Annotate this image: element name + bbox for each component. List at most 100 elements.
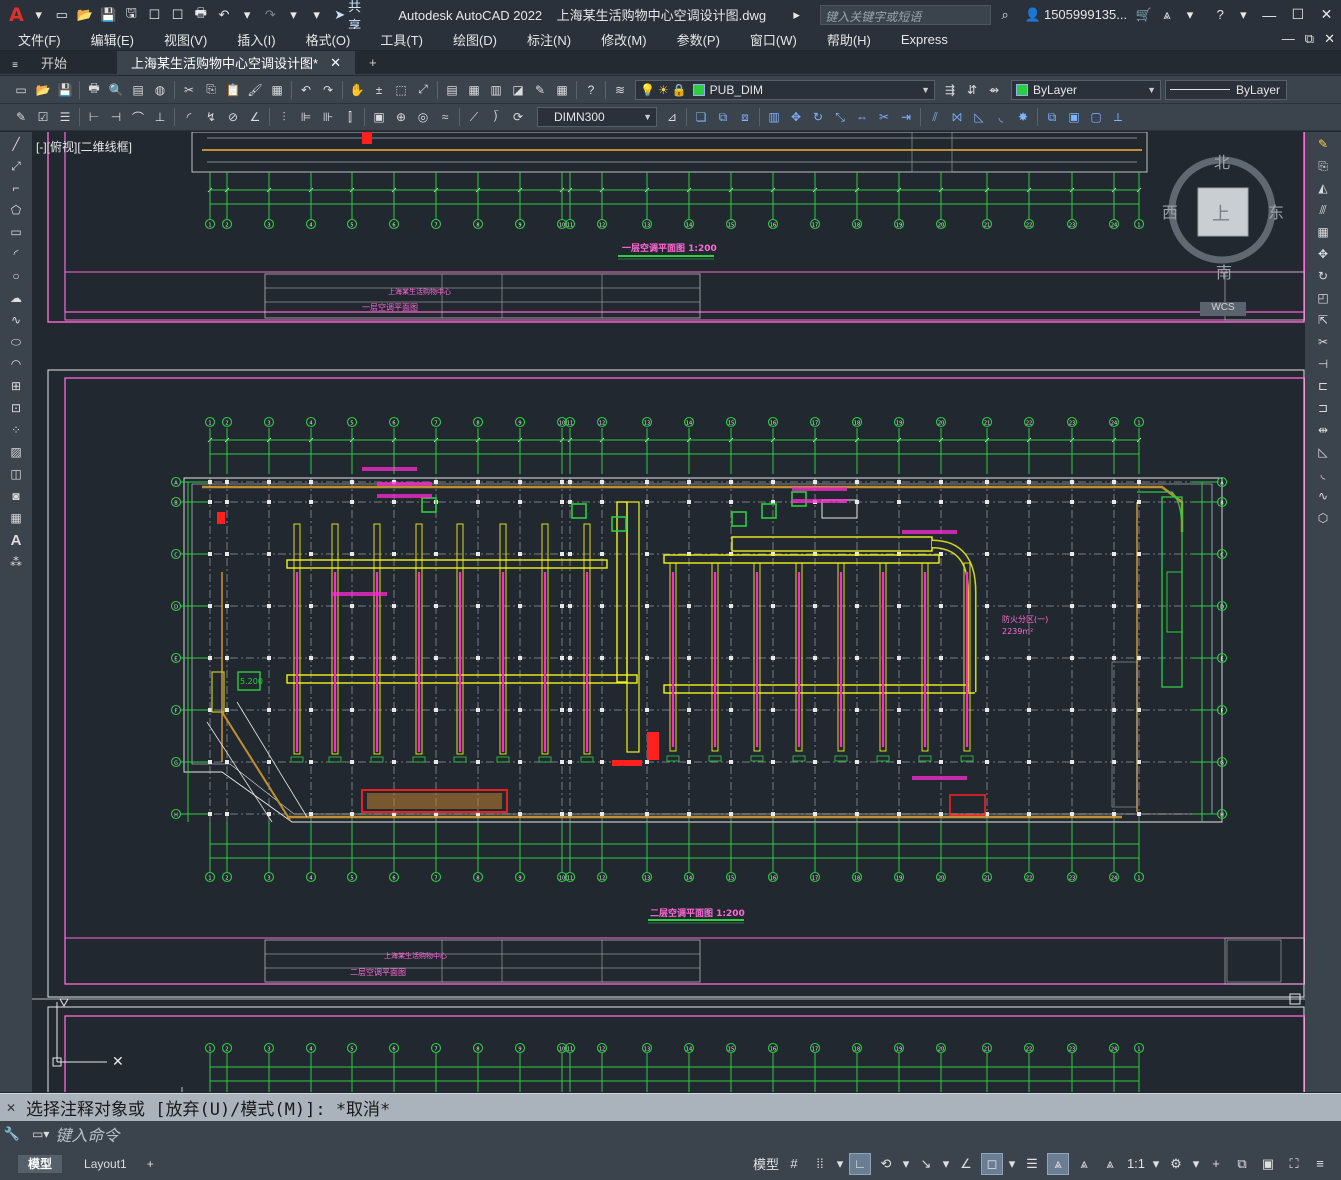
fillet-icon[interactable]: ◟ [992, 108, 1010, 126]
check-icon[interactable]: ☑ [34, 108, 52, 126]
offset-icon[interactable]: ⧈ [736, 108, 754, 126]
autoscale-icon[interactable]: ⩓ [1073, 1153, 1095, 1175]
viewcube-top[interactable]: 上 [1212, 204, 1230, 225]
ellipse-icon[interactable]: ⬭ [6, 332, 26, 352]
ungroup-icon[interactable]: ▢ [1087, 108, 1105, 126]
mtext-icon[interactable]: A [6, 530, 26, 550]
open-web-icon[interactable]: ☐ [146, 6, 163, 24]
stack-icon[interactable]: ☰ [56, 108, 74, 126]
zoom-window-icon[interactable]: ⬚ [392, 81, 410, 99]
clean-screen-icon[interactable]: ⛶ [1283, 1153, 1305, 1175]
grip-icon[interactable]: ✕ [0, 1101, 22, 1115]
close-button[interactable]: ✕ [1312, 6, 1341, 23]
paste-icon[interactable]: 📋 [224, 81, 242, 99]
group-icon[interactable]: ▣ [1065, 108, 1083, 126]
viewcube-north[interactable]: 北 [1214, 153, 1230, 172]
search-icon[interactable]: ⌕ [997, 6, 1014, 24]
snap-dropdown-icon[interactable]: ▾ [835, 1153, 845, 1175]
menu-help[interactable]: 帮助(H) [809, 30, 883, 49]
rotate-icon[interactable]: ↻ [809, 108, 827, 126]
plot-icon[interactable]: 🖶 [192, 5, 209, 24]
line-icon[interactable]: ╱ [6, 134, 26, 154]
join-icon[interactable]: ⇹ [1313, 420, 1333, 440]
add-layout-button[interactable]: + [137, 1155, 164, 1173]
jogged-icon[interactable]: ↯ [202, 108, 220, 126]
array-icon[interactable]: ▥ [765, 108, 783, 126]
qnew-icon[interactable]: ▭ [12, 81, 30, 99]
linetype-dropdown[interactable]: ByLayer [1165, 79, 1287, 100]
arc-icon[interactable]: ◜ [6, 244, 26, 264]
undo-icon[interactable]: ↶ [297, 81, 315, 99]
polygon-icon[interactable]: ⬠ [6, 200, 26, 220]
tab-layout1[interactable]: Layout1 [74, 1155, 137, 1173]
radius-icon[interactable]: ◜ [180, 108, 198, 126]
annotation-scale-value[interactable]: 1:1 [1125, 1153, 1147, 1175]
spline-icon[interactable]: ∿ [6, 310, 26, 330]
open-icon[interactable]: 📂 [34, 81, 52, 99]
measure-icon[interactable]: ⟂ [1109, 108, 1127, 126]
extend-icon[interactable]: ⊣ [1313, 354, 1333, 374]
model-space-button[interactable]: 模型 [753, 1153, 779, 1175]
isodraft-icon[interactable]: ↘ [915, 1153, 937, 1175]
design-center-icon[interactable]: ▦ [465, 81, 483, 99]
otrack-icon[interactable]: ∠ [955, 1153, 977, 1175]
copy-icon[interactable]: ⎘ [1313, 156, 1333, 176]
layer-previous-icon[interactable]: ⇵ [963, 81, 981, 99]
update-icon[interactable]: ⟳ [509, 108, 527, 126]
mirror-icon[interactable]: ⧉ [714, 108, 732, 126]
menu-view[interactable]: 视图(V) [146, 30, 219, 49]
wcs-menu[interactable]: WCS [1200, 302, 1246, 316]
tool-palettes-icon[interactable]: ▥ [487, 81, 505, 99]
ortho-icon[interactable]: ∟ [849, 1152, 871, 1175]
undo-icon[interactable]: ↶ [215, 6, 232, 24]
break-icon[interactable]: ⊐ [1313, 398, 1333, 418]
osnap-dropdown-icon[interactable]: ▾ [1007, 1153, 1017, 1175]
table-icon[interactable]: ▦ [6, 508, 26, 528]
baseline-icon[interactable]: ⊫ [297, 108, 315, 126]
help-icon[interactable]: ? [1212, 6, 1229, 24]
new-tab-button[interactable]: + [355, 51, 391, 74]
redo-dropdown-icon[interactable]: ▾ [285, 6, 302, 24]
fillet-icon[interactable]: ◟ [1313, 464, 1333, 484]
point-icon[interactable]: ⁘ [6, 420, 26, 440]
ellipse-arc-icon[interactable]: ◠ [6, 354, 26, 374]
menu-insert[interactable]: 插入(I) [219, 30, 287, 49]
cut-icon[interactable]: ✂ [180, 81, 198, 99]
menu-file[interactable]: 文件(F) [0, 30, 73, 49]
menu-format[interactable]: 格式(O) [288, 30, 363, 49]
extend-icon[interactable]: ⇥ [897, 108, 915, 126]
rectangle-icon[interactable]: ▭ [6, 222, 26, 242]
isolate-icon[interactable]: ⧉ [1231, 1153, 1253, 1175]
copy-icon[interactable]: ⎘ [202, 81, 220, 99]
zoom-realtime-icon[interactable]: ± [370, 81, 388, 99]
doc-minimize-button[interactable]: — [1282, 31, 1295, 47]
chamfer-icon[interactable]: ◺ [1313, 442, 1333, 462]
open-icon[interactable]: 📂 [76, 6, 93, 24]
new-icon[interactable]: ▭ [53, 6, 70, 24]
draworder-icon[interactable]: ⧉ [1043, 108, 1061, 126]
scale-icon[interactable]: ◰ [1313, 288, 1333, 308]
array-icon[interactable]: ▦ [1313, 222, 1333, 242]
calculator-icon[interactable]: ▦ [553, 81, 571, 99]
customize-icon[interactable]: 🔧 [0, 1126, 24, 1142]
construction-line-icon[interactable]: ⤢ [6, 156, 26, 176]
copy-obj-icon[interactable]: ❏ [692, 108, 710, 126]
doc-restore-button[interactable]: ⧉ [1305, 31, 1314, 47]
undo-dropdown-icon[interactable]: ▾ [239, 6, 256, 24]
polar-dropdown-icon[interactable]: ▾ [901, 1153, 911, 1175]
erase-icon[interactable]: ✎ [1313, 134, 1333, 154]
user-account[interactable]: 👤 1505999135... [1025, 7, 1127, 23]
angular-icon[interactable]: ∠ [246, 108, 264, 126]
dimstyle-dropdown[interactable]: DIMN300 ▼ [537, 107, 657, 127]
menu-tools[interactable]: 工具(T) [362, 30, 435, 49]
snap-icon[interactable]: ⁞⁞ [809, 1153, 831, 1175]
viewcube[interactable]: 上 北 南 西 东 WCS [1162, 153, 1284, 316]
sheet-set-icon[interactable]: ◪ [509, 81, 527, 99]
workspace-dropdown-icon[interactable]: ▾ [1191, 1153, 1201, 1175]
save-web-icon[interactable]: ☐ [169, 6, 186, 24]
color-dropdown[interactable]: ByLayer ▼ [1011, 79, 1161, 100]
menu-draw[interactable]: 绘图(D) [435, 30, 509, 49]
tolerance-icon[interactable]: ▣ [370, 108, 388, 126]
gradient-icon[interactable]: ◙ [6, 486, 26, 506]
menu-modify[interactable]: 修改(M) [583, 30, 659, 49]
